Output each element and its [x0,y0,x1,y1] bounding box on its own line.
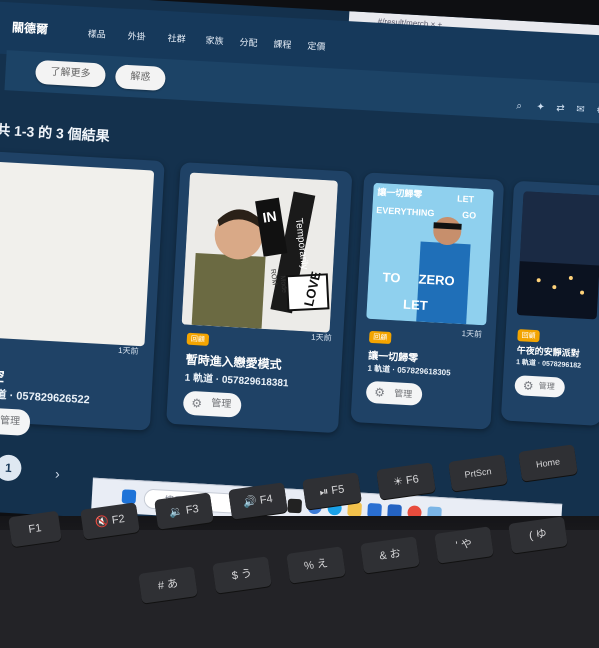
manage-button[interactable]: ⚙ 管理 [365,380,423,406]
release-title: 讓一切歸零 [367,350,419,365]
cover-art-illustration [516,191,599,320]
key-f2[interactable]: 🔇 F2 [80,502,140,540]
release-card-4[interactable]: 回顧 午夜的安靜派對 1 軌道 · 0578296182 ⚙ 管理 [500,180,599,426]
nav-item-courses[interactable]: 課程 [273,37,292,51]
laptop-screen: ... #/result/merch × + 關德爾 樣品 外掛 社群 家族 分… [0,0,599,548]
key-7[interactable]: ' や [434,526,494,564]
manage-label: 管理 [210,398,232,411]
manage-button[interactable]: ⚙管理 [0,406,31,436]
learn-button[interactable]: 解惑 [114,64,167,92]
manage-label: 管理 [0,415,21,428]
site-logo[interactable]: 關德爾 [12,18,49,37]
key-4[interactable]: $ う [212,556,272,594]
key-8[interactable]: ( ゆ [508,516,568,554]
art-word-zero: ZERO [418,272,455,289]
art-word-go: GO [462,210,477,221]
cover-art-blank [0,160,155,347]
keyboard: F1 🔇 F2 🔉 F3 🔊 F4 ⏯ F5 ☀ F6 PrtScn Home … [0,444,599,648]
file-explorer-icon[interactable] [347,501,362,517]
next-page-button[interactable]: › [55,466,61,482]
key-5[interactable]: % え [286,546,346,584]
nav-item-distribution[interactable]: 分配 [239,35,258,49]
release-card-3[interactable]: 讓一切歸零 LET EVERYTHING GO TO ZERO LET 回顧 1… [350,172,505,430]
time-ago: 1天前 [310,332,332,343]
learn-more-button[interactable]: 了解更多 [34,59,107,88]
key-3[interactable]: # あ [138,566,198,604]
release-meta: 1 軌道 · 057829618305 [367,363,451,378]
windows-start-icon[interactable] [121,489,137,505]
release-card-1[interactable]: 回顧 1天前 留空 1 軌道 · 057829626522 ⚙管理 [0,150,165,436]
task-view-icon[interactable] [287,498,303,514]
cover-art-night [516,191,599,320]
time-ago: 1天前 [117,345,139,356]
nav-item-pricing[interactable]: 定價 [307,39,326,53]
release-card-2[interactable]: Temporarily IN LOVE ROM Mode 回顧 1天前 暫時進入… [166,162,353,434]
cover-art-illustration: 讓一切歸零 LET EVERYTHING GO TO ZERO LET [366,182,494,326]
release-meta: 1 軌道 · 057829626522 [0,388,90,407]
manage-label: 管理 [538,381,556,392]
search-icon[interactable]: ⌕ [516,101,522,112]
status-badge: 回顧 [186,332,210,346]
cover-art-love: Temporarily IN LOVE ROM Mode [181,172,338,333]
time-ago: 1天前 [461,328,483,340]
result-summary: 共 1-3 的 3 個結果 [0,121,111,145]
cover-art-illustration: Temporarily IN LOVE ROM Mode [181,172,338,333]
release-title: 留空 [0,366,5,385]
art-word-in: IN [261,208,277,226]
status-badge: 回顧 [517,329,540,343]
pin-icon[interactable]: ✦ [536,102,545,113]
art-word-to: TO [382,269,401,285]
share-icon[interactable]: ⇄ [556,103,565,114]
nav-item-community[interactable]: 社群 [167,31,186,45]
key-6[interactable]: & お [360,536,420,574]
mail-icon[interactable]: ✉ [576,104,585,115]
gear-icon: ⚙ [190,396,203,411]
gear-icon: ⚙ [373,385,386,400]
manage-button[interactable]: ⚙ 管理 [182,390,242,418]
cover-art-zero: 讓一切歸零 LET EVERYTHING GO TO ZERO LET [366,182,494,326]
gear-icon: ⚙ [522,378,534,394]
photo-scene: ... #/result/merch × + 關德爾 樣品 外掛 社群 家族 分… [0,0,599,648]
nav-item-samples[interactable]: 樣品 [87,27,106,41]
key-f1[interactable]: F1 [8,510,62,548]
nav-item-plugins[interactable]: 外掛 [127,29,146,43]
art-word-let-bottom: LET [403,297,428,313]
nav-item-family[interactable]: 家族 [205,33,224,47]
status-badge: 回顧 [368,330,392,345]
manage-button[interactable]: ⚙ 管理 [514,375,566,398]
manage-label: 管理 [393,388,413,400]
page-1-button[interactable]: 1 [0,454,23,482]
art-word-let-top: LET [457,194,475,205]
